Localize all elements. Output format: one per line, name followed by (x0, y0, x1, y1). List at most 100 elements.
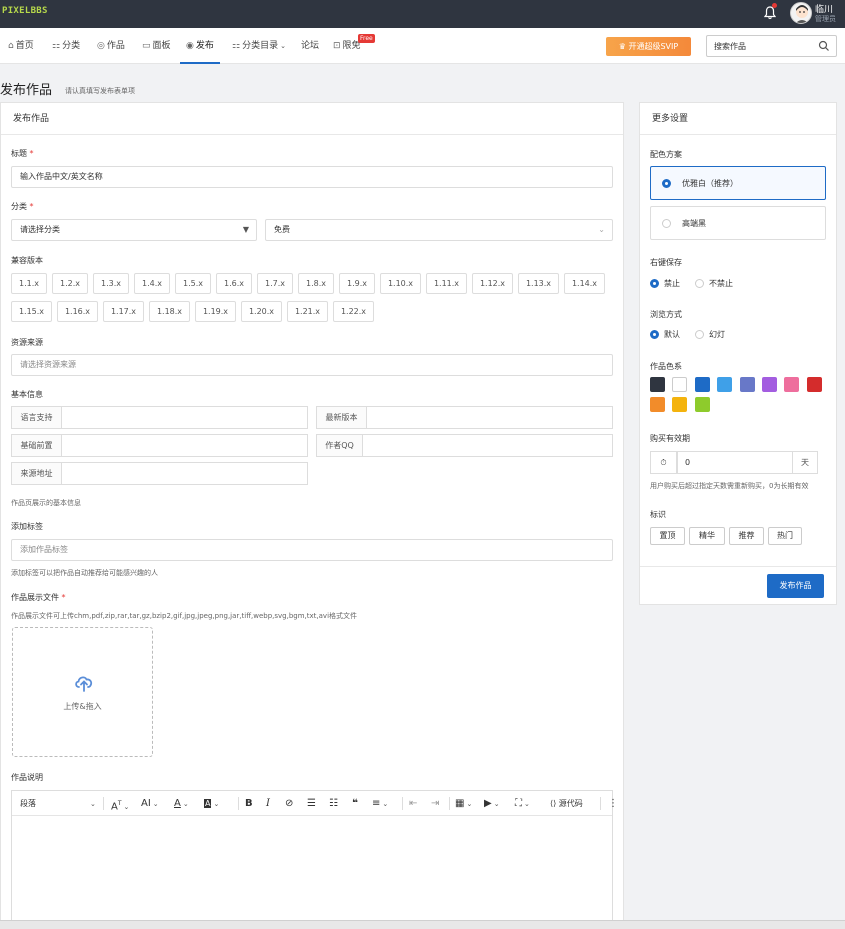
mark-tag-featured[interactable]: 精华 (689, 527, 725, 545)
color-swatch[interactable] (672, 377, 688, 392)
version-option[interactable]: 1.14.x (564, 273, 605, 294)
rightclick-allow-radio[interactable] (695, 279, 704, 288)
font-family-icon[interactable]: AI ⌄ (141, 791, 159, 816)
mark-tag-recommend[interactable]: 推荐 (729, 527, 764, 545)
user-role: 管理员 (815, 15, 836, 23)
rightclick-forbid-radio[interactable] (650, 279, 659, 288)
align-icon[interactable]: ≡ ⌄ (372, 791, 388, 816)
rich-text-editor: 段落 ⌄ AT ⌄ AI ⌄ A ⌄ A ⌄ B I ⊘ ☰ ☷ ❝ ≡ ⌄ ⇤ ⇥ ▦ ⌄… (11, 790, 618, 929)
nav-panel[interactable]: ▭ 面板 (142, 28, 171, 64)
nav-free[interactable]: ⊡ 限免 (333, 28, 361, 64)
color-label: 作品色系 (650, 362, 682, 371)
version-option[interactable]: 1.6.x (216, 273, 252, 294)
source-url-addon: 来源地址 (11, 462, 62, 485)
more-icon[interactable]: ⋮ (608, 791, 618, 816)
validity-input[interactable]: 0 (677, 451, 793, 474)
source-code-button[interactable]: ⟨⟩ 源代码 (550, 791, 583, 816)
source-url-input[interactable] (62, 462, 308, 485)
title-input[interactable]: 输入作品中文/英文名称 (11, 166, 613, 188)
mark-tag-hot[interactable]: 热门 (768, 527, 802, 545)
mark-tag-top[interactable]: 置顶 (650, 527, 685, 545)
image-icon[interactable]: ⛶ ⌄ (515, 791, 530, 816)
bullet-list-icon[interactable]: ☰ (307, 791, 316, 816)
browse-slideshow-radio[interactable] (695, 330, 704, 339)
source-select[interactable]: 请选择资源来源 (11, 354, 613, 376)
chevron-down-icon[interactable]: ⌄ (88, 791, 96, 816)
version-option[interactable]: 1.21.x (287, 301, 328, 322)
scheme-option-light[interactable]: 优雅白（推荐） (650, 166, 826, 200)
latest-version-input[interactable] (367, 406, 613, 429)
publish-button[interactable]: 发布作品 (767, 574, 824, 598)
color-swatch[interactable] (739, 377, 755, 392)
version-option[interactable]: 1.10.x (380, 273, 421, 294)
version-option[interactable]: 1.20.x (241, 301, 282, 322)
scheme-option-dark[interactable]: 高端黑 (650, 206, 826, 240)
camera-icon: ◎ (97, 41, 105, 51)
version-option[interactable]: 1.16.x (57, 301, 98, 322)
color-swatch[interactable] (650, 377, 665, 392)
nav-forum[interactable]: 论坛 (301, 28, 319, 64)
avatar[interactable] (790, 2, 812, 24)
numbered-list-icon[interactable]: ☷ (329, 791, 338, 816)
nav-home[interactable]: ⌂ 首页 (8, 28, 34, 64)
version-option[interactable]: 1.2.x (52, 273, 88, 294)
category-select[interactable]: 请选择分类 ▼ (11, 219, 257, 241)
version-option[interactable]: 1.9.x (339, 273, 375, 294)
video-icon[interactable]: ▶ ⌄ (484, 791, 500, 816)
version-option[interactable]: 1.4.x (134, 273, 170, 294)
version-option[interactable]: 1.7.x (257, 273, 293, 294)
search-input[interactable] (707, 36, 812, 56)
background-color-icon[interactable]: A ⌄ (204, 791, 219, 816)
nav-category-directory[interactable]: ⚏ 分类目录 ⌄ (232, 28, 286, 64)
language-input[interactable] (62, 406, 308, 429)
font-size-icon[interactable]: AT ⌄ (111, 791, 129, 816)
radio-selected (662, 179, 671, 188)
prerequisite-input[interactable] (62, 434, 308, 457)
table-icon[interactable]: ▦ ⌄ (455, 791, 472, 816)
version-option[interactable]: 1.13.x (518, 273, 559, 294)
version-option[interactable]: 1.11.x (426, 273, 467, 294)
version-option[interactable]: 1.17.x (103, 301, 144, 322)
color-swatch[interactable] (672, 397, 688, 412)
font-color-icon[interactable]: A ⌄ (174, 791, 189, 816)
version-option[interactable]: 1.15.x (11, 301, 52, 322)
outdent-icon[interactable]: ⇤ (409, 791, 417, 816)
nav-publish[interactable]: ◉ 发布 (180, 28, 220, 64)
color-swatch[interactable] (806, 377, 822, 392)
nav-category[interactable]: ⚏ 分类 (52, 28, 80, 64)
compat-label: 兼容版本 (11, 256, 43, 265)
version-option[interactable]: 1.1.x (11, 273, 47, 294)
color-swatch[interactable] (694, 377, 710, 392)
browse-option-label: 幻灯 (709, 330, 725, 339)
color-swatch[interactable] (784, 377, 800, 392)
site-logo[interactable]: PIXELBBS (2, 6, 48, 16)
link-icon[interactable]: ⊘ (285, 791, 293, 816)
version-option[interactable]: 1.5.x (175, 273, 211, 294)
price-select[interactable]: 免费 ⌄ (265, 219, 613, 241)
version-option[interactable]: 1.22.x (333, 301, 374, 322)
paragraph-select[interactable]: 段落 (20, 791, 36, 816)
indent-icon[interactable]: ⇥ (431, 791, 439, 816)
color-swatch[interactable] (717, 377, 733, 392)
color-swatch[interactable] (650, 397, 665, 412)
version-option[interactable]: 1.19.x (195, 301, 236, 322)
version-option[interactable]: 1.8.x (298, 273, 334, 294)
browse-default-radio[interactable] (650, 330, 659, 339)
upload-dropzone[interactable]: 上传&拖入 (12, 627, 153, 757)
version-option[interactable]: 1.3.x (93, 273, 129, 294)
author-qq-input[interactable] (363, 434, 613, 457)
bold-icon[interactable]: B (245, 791, 253, 816)
basic-info-label: 基本信息 (11, 390, 43, 399)
color-swatch[interactable] (762, 377, 777, 392)
quote-icon[interactable]: ❝ (352, 791, 358, 816)
search-icon[interactable] (818, 40, 830, 52)
free-badge: Free (358, 34, 375, 43)
tags-input[interactable]: 添加作品标签 (11, 539, 613, 561)
svip-button[interactable]: ♛ 开通超级SVIP (606, 37, 691, 56)
bell-icon[interactable] (764, 6, 776, 20)
italic-icon[interactable]: I (266, 791, 270, 816)
version-option[interactable]: 1.18.x (149, 301, 190, 322)
version-option[interactable]: 1.12.x (472, 273, 513, 294)
color-swatch[interactable] (694, 397, 710, 412)
nav-works[interactable]: ◎ 作品 (97, 28, 125, 64)
